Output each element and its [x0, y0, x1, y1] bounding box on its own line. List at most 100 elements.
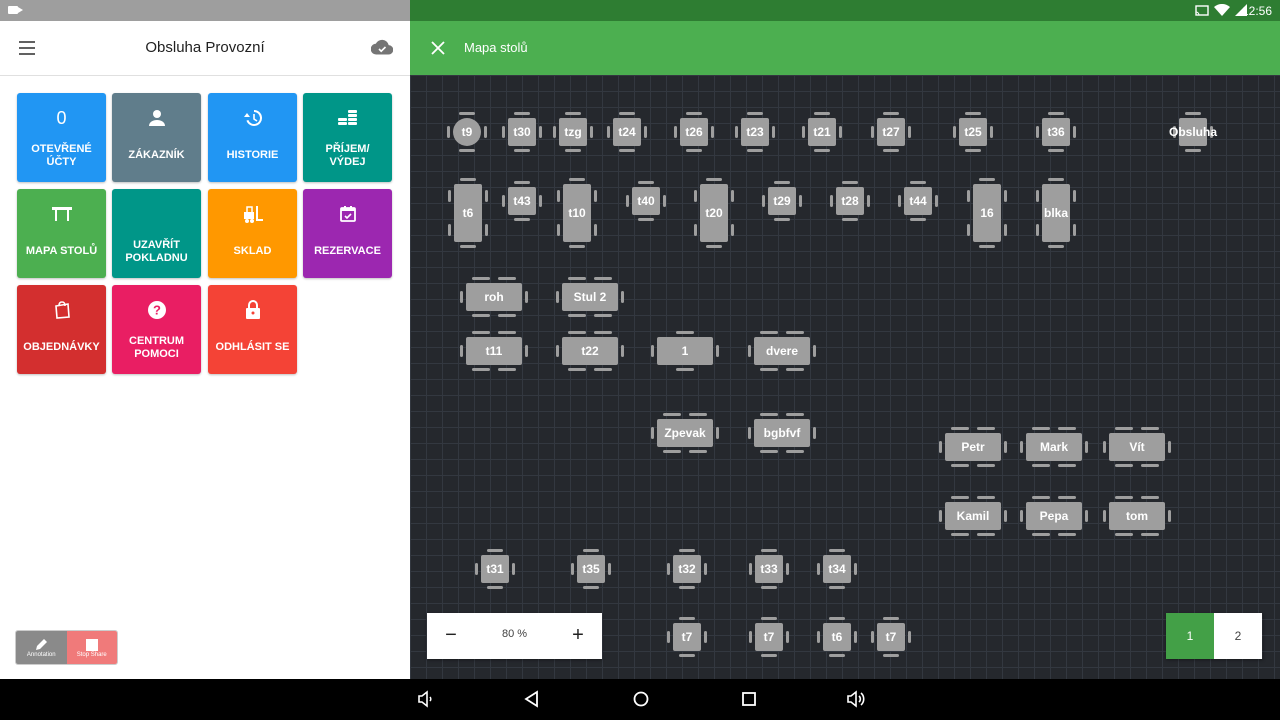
chair [679, 549, 695, 552]
zoom-in-button[interactable]: + [568, 624, 588, 646]
table-bgbfvf[interactable]: bgbfvf [748, 413, 816, 453]
table-label: t7 [673, 623, 701, 651]
wifi-icon [1214, 4, 1230, 16]
chair [514, 218, 530, 221]
table-pepa[interactable]: Pepa [1020, 496, 1088, 536]
chair [867, 195, 870, 207]
floor-page-switch: 1 2 [1166, 613, 1263, 659]
chair [829, 586, 845, 589]
table-label: t31 [481, 555, 509, 583]
table-t22[interactable]: t22 [556, 331, 624, 371]
help-center-tile[interactable]: ? Centrum pomoci [112, 285, 201, 374]
customer-tile[interactable]: Zákazník [112, 93, 201, 182]
table-t24[interactable]: t24 [607, 112, 647, 152]
annotation-button[interactable]: Annotation [16, 631, 67, 664]
warehouse-tile[interactable]: Sklad [208, 189, 297, 278]
table-t9[interactable]: t9 [447, 112, 487, 152]
table-t7[interactable]: t7 [667, 617, 707, 657]
table-zpevak[interactable]: Zpevak [651, 413, 719, 453]
table-tzg[interactable]: tzg [553, 112, 593, 152]
history-tile[interactable]: Historie [208, 93, 297, 182]
table-kamil[interactable]: Kamil [939, 496, 1007, 536]
table-tom[interactable]: tom [1103, 496, 1171, 536]
table-t20[interactable]: t20 [694, 178, 734, 248]
chair [1032, 496, 1050, 499]
table-t21[interactable]: t21 [802, 112, 842, 152]
page-1-button[interactable]: 1 [1166, 613, 1214, 659]
table-t10[interactable]: t10 [557, 178, 597, 248]
table-map-app-bar: Mapa stolů [410, 21, 1280, 75]
table-t25[interactable]: t25 [953, 112, 993, 152]
zoom-out-button[interactable]: − [441, 624, 461, 646]
table-1[interactable]: 1 [651, 331, 719, 371]
orders-tile[interactable]: Objednávky [17, 285, 106, 374]
table-mark[interactable]: Mark [1020, 427, 1088, 467]
logout-tile[interactable]: Odhlásit se [208, 285, 297, 374]
table-t32[interactable]: t32 [667, 549, 707, 589]
table-t43[interactable]: t43 [502, 181, 542, 221]
cloud-done-icon[interactable] [371, 39, 393, 55]
table-t31[interactable]: t31 [475, 549, 515, 589]
table-roh[interactable]: roh [460, 277, 528, 317]
clock: 12:56 [1241, 4, 1272, 18]
table-t27[interactable]: t27 [871, 112, 911, 152]
table-t36[interactable]: t36 [1036, 112, 1076, 152]
table-t44[interactable]: t44 [898, 181, 938, 221]
chair [460, 178, 476, 181]
page-2-button[interactable]: 2 [1214, 613, 1262, 659]
table-t28[interactable]: t28 [830, 181, 870, 221]
table-dvere[interactable]: dvere [748, 331, 816, 371]
table-t7[interactable]: t7 [871, 617, 911, 657]
reservation-tile[interactable]: Rezervace [303, 189, 392, 278]
recents-icon[interactable] [739, 689, 759, 709]
chair [568, 331, 586, 334]
table-petr[interactable]: Petr [939, 427, 1007, 467]
chair [1141, 533, 1159, 536]
table-blka[interactable]: blka [1036, 178, 1076, 248]
home-icon[interactable] [631, 689, 651, 709]
chair [447, 126, 450, 138]
volume-up-icon[interactable] [846, 689, 866, 709]
table-label: Kamil [945, 502, 1001, 530]
chair [799, 195, 802, 207]
chair [525, 291, 528, 303]
volume-down-icon[interactable] [416, 689, 436, 709]
table-t33[interactable]: t33 [749, 549, 789, 589]
table-map-tile[interactable]: Mapa stolů [17, 189, 106, 278]
table-t7[interactable]: t7 [749, 617, 789, 657]
table-t26[interactable]: t26 [674, 112, 714, 152]
income-expense-tile[interactable]: Příjem/ výdej [303, 93, 392, 182]
table-t34[interactable]: t34 [817, 549, 857, 589]
stop-share-button[interactable]: Stop Share [66, 631, 117, 664]
table-t30[interactable]: t30 [502, 112, 542, 152]
table-t40[interactable]: t40 [626, 181, 666, 221]
annotation-label: Annotation [26, 651, 56, 658]
table-obsluha[interactable]: Obsluha [1169, 112, 1217, 152]
table-16[interactable]: 16 [967, 178, 1007, 248]
chair [735, 126, 738, 138]
chair [539, 195, 542, 207]
table-t11[interactable]: t11 [460, 331, 528, 371]
table-label: t21 [808, 118, 836, 146]
table-t29[interactable]: t29 [762, 181, 802, 221]
chair [663, 195, 666, 207]
chair [731, 190, 734, 202]
chair [651, 427, 654, 439]
table-t6[interactable]: t6 [448, 178, 488, 248]
chair [594, 314, 612, 317]
coins-icon [303, 107, 392, 129]
table-t35[interactable]: t35 [571, 549, 611, 589]
table-stul-2[interactable]: Stul 2 [556, 277, 624, 317]
chair [1103, 441, 1106, 453]
table-vít[interactable]: Vít [1103, 427, 1171, 467]
chair [951, 464, 969, 467]
close-register-tile[interactable]: Uzavřít pokladnu [112, 189, 201, 278]
open-accounts-tile[interactable]: 0 Otevřené účty [17, 93, 106, 182]
back-icon[interactable] [522, 689, 542, 709]
table-t6[interactable]: t6 [817, 617, 857, 657]
close-icon[interactable] [430, 40, 446, 56]
chair [686, 112, 702, 115]
chair [772, 126, 775, 138]
table-t23[interactable]: t23 [735, 112, 775, 152]
person-icon [112, 107, 201, 129]
